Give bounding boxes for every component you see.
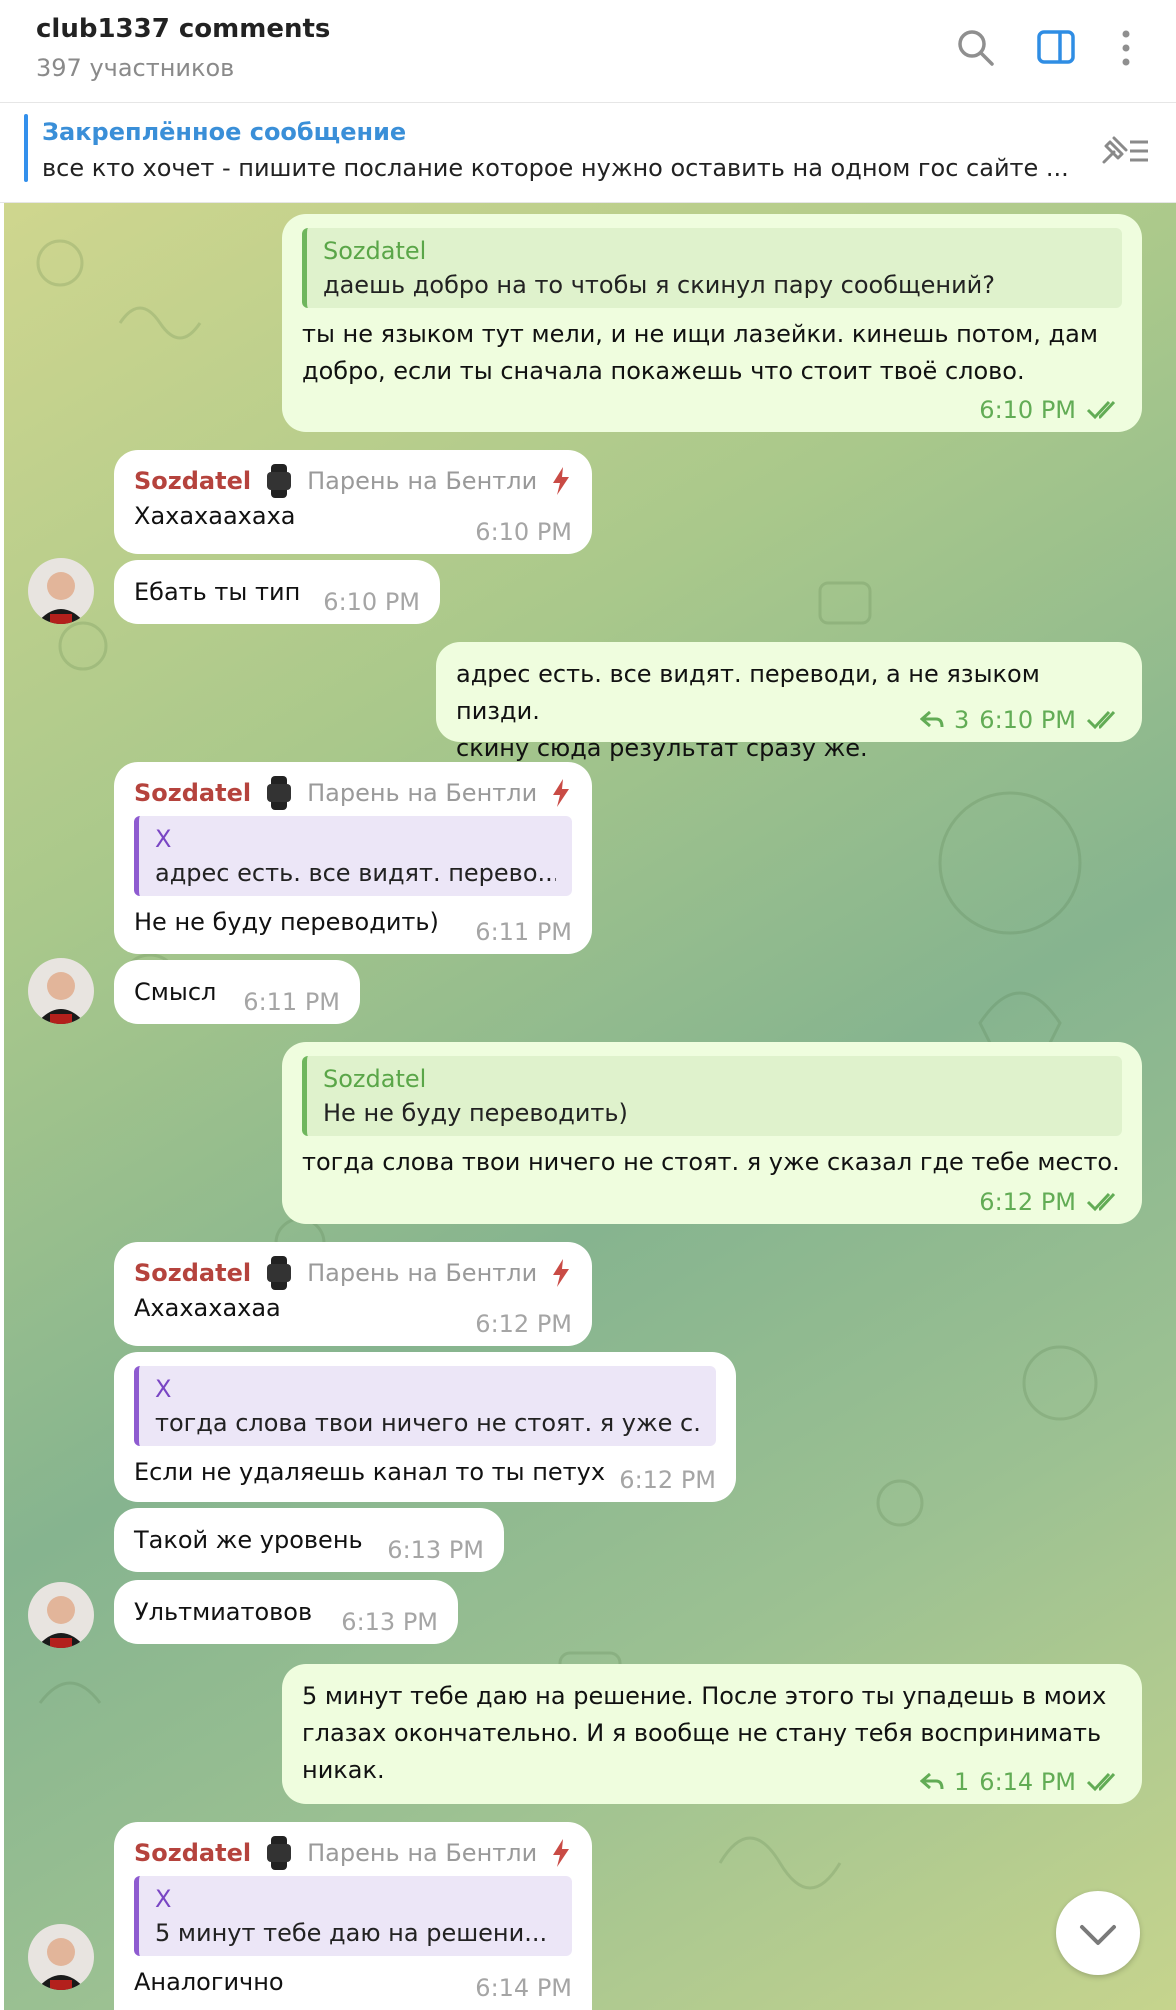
reply-text: даешь добро на то чтобы я скинул пару со… [323, 271, 996, 299]
message-outgoing[interactable]: адрес есть. все видят. переводи, а не яз… [436, 642, 1142, 762]
sender-name[interactable]: Sozdatel [134, 467, 251, 495]
sender-rank: Парень на Бентли [307, 779, 538, 807]
message-incoming[interactable]: Ебать ты тип 6:10 PM [114, 560, 440, 624]
message-meta: 6:12 PM [979, 1188, 1122, 1216]
message-meta: 6:10 PM [979, 396, 1122, 424]
pin-list-icon[interactable] [1096, 130, 1152, 170]
sender-line: Sozdatel Парень на Бентли [134, 1836, 572, 1870]
chevron-down-icon [1080, 1925, 1116, 1945]
lightning-icon [553, 467, 570, 495]
user-avatar[interactable] [28, 1924, 94, 1990]
sidebar-icon[interactable] [1034, 26, 1078, 70]
reply-count[interactable]: 1 [954, 1768, 969, 1796]
sender-name[interactable]: Sozdatel [134, 1259, 251, 1287]
message-text: тогда слова твои ничего не стоят. я уже … [302, 1148, 1120, 1176]
message-time: 6:12 PM [619, 1466, 716, 1494]
reply-text: 5 минут тебе даю на решени... [155, 1919, 548, 1947]
message-time: 6:10 PM [979, 396, 1076, 424]
member-count: 397 участников [36, 54, 235, 82]
reply-quote[interactable]: X 5 минут тебе даю на решени... [134, 1876, 572, 1956]
pinned-title: Закреплённое сообщение [42, 118, 407, 146]
sender-name[interactable]: Sozdatel [134, 779, 251, 807]
reply-count[interactable]: 3 [954, 706, 969, 734]
message-incoming[interactable]: Sozdatel Парень на Бентли Хахахаахаха 6:… [114, 450, 592, 554]
user-avatar[interactable] [28, 958, 94, 1024]
reply-quote[interactable]: Sozdatel даешь добро на то чтобы я скину… [302, 228, 1122, 308]
message-text: ты не языком тут мели, и не ищи лазейки.… [302, 320, 1098, 385]
message-incoming[interactable]: Такой же уровень 6:13 PM [114, 1508, 504, 1572]
reply-text: адрес есть. все видят. перево... [155, 859, 556, 887]
message-time: 6:11 PM [475, 918, 572, 946]
message-time: 6:10 PM [979, 706, 1076, 734]
read-checks-icon [1086, 1192, 1116, 1212]
message-outgoing[interactable]: Sozdatel даешь добро на то чтобы я скину… [282, 214, 1142, 432]
pinned-text: все кто хочет - пишите послание которое … [42, 154, 1069, 182]
reply-author: X [155, 1885, 172, 1913]
read-checks-icon [1086, 1772, 1116, 1792]
message-incoming[interactable]: Ультмиатовов 6:13 PM [114, 1580, 458, 1644]
message-outgoing[interactable]: 5 минут тебе даю на решение. После этого… [282, 1664, 1142, 1804]
watch-emoji-icon [267, 464, 292, 498]
reply-author: X [155, 825, 172, 853]
user-avatar[interactable] [28, 1582, 94, 1648]
chat-header: club1337 comments 397 участников [0, 0, 1176, 103]
sender-line: Sozdatel Парень на Бентли [134, 776, 572, 810]
sender-line: Sozdatel Парень на Бентли [134, 464, 572, 498]
message-outgoing[interactable]: Sozdatel Не не буду переводить) тогда сл… [282, 1042, 1142, 1224]
sender-rank: Парень на Бентли [307, 467, 538, 495]
watch-emoji-icon [267, 1836, 292, 1870]
pinned-indicator [24, 114, 28, 182]
message-time: 6:10 PM [475, 518, 572, 546]
message-incoming[interactable]: X тогда слова твои ничего не стоят. я уж… [114, 1352, 736, 1502]
reply-author: Sozdatel [323, 237, 427, 265]
message-incoming[interactable]: Смысл 6:11 PM [114, 960, 360, 1024]
user-avatar[interactable] [28, 558, 94, 624]
message-incoming[interactable]: Sozdatel Парень на Бентли X адрес есть. … [114, 762, 592, 954]
reply-arrow-icon[interactable] [920, 1772, 944, 1792]
reply-quote[interactable]: X адрес есть. все видят. перево... [134, 816, 572, 896]
reply-quote[interactable]: X тогда слова твои ничего не стоят. я уж… [134, 1366, 716, 1446]
scroll-to-bottom-button[interactable] [1056, 1891, 1140, 1975]
more-icon[interactable] [1104, 26, 1148, 70]
chat-left-edge [0, 203, 4, 2010]
watch-emoji-icon [267, 776, 292, 810]
reply-text: тогда слова твои ничего не стоят. я уже … [155, 1409, 700, 1437]
message-meta: 3 6:10 PM [920, 706, 1122, 734]
reply-arrow-icon[interactable] [920, 710, 944, 730]
message-time: 6:11 PM [243, 988, 340, 1016]
message-incoming[interactable]: Sozdatel Парень на Бентли Ахахахахаа 6:1… [114, 1242, 592, 1346]
message-time: 6:12 PM [475, 1310, 572, 1338]
lightning-icon [553, 1259, 570, 1287]
sender-name[interactable]: Sozdatel [134, 1839, 251, 1867]
reply-author: Sozdatel [323, 1065, 427, 1093]
sender-rank: Парень на Бентли [307, 1839, 538, 1867]
message-time: 6:10 PM [323, 588, 420, 616]
chat-title[interactable]: club1337 comments [36, 14, 330, 44]
search-icon[interactable] [954, 26, 998, 70]
sender-line: Sozdatel Парень на Бентли [134, 1256, 572, 1290]
message-time: 6:13 PM [387, 1536, 484, 1564]
lightning-icon [553, 779, 570, 807]
message-time: 6:12 PM [979, 1188, 1076, 1216]
lightning-icon [553, 1839, 570, 1867]
reply-quote[interactable]: Sozdatel Не не буду переводить) [302, 1056, 1122, 1136]
message-time: 6:14 PM [979, 1768, 1076, 1796]
read-checks-icon [1086, 400, 1116, 420]
reply-text: Не не буду переводить) [323, 1099, 628, 1127]
message-meta: 1 6:14 PM [920, 1768, 1122, 1796]
sender-rank: Парень на Бентли [307, 1259, 538, 1287]
message-time: 6:13 PM [341, 1608, 438, 1636]
message-time: 6:14 PM [475, 1974, 572, 2002]
read-checks-icon [1086, 710, 1116, 730]
reply-author: X [155, 1375, 172, 1403]
message-incoming[interactable]: Sozdatel Парень на Бентли X 5 минут тебе… [114, 1822, 592, 2010]
watch-emoji-icon [267, 1256, 292, 1290]
